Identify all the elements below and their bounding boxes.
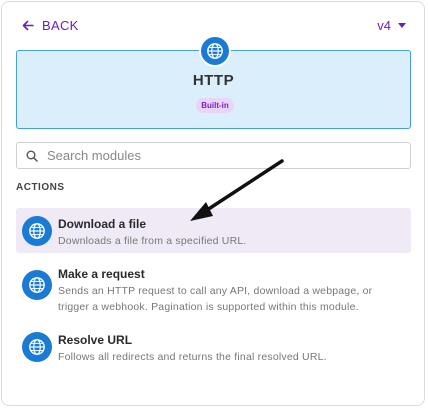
version-dropdown[interactable]: v4	[377, 18, 406, 33]
globe-icon	[22, 332, 52, 362]
chevron-down-icon	[398, 23, 406, 28]
app-title: HTTP	[192, 72, 235, 89]
module-title: Make a request	[58, 267, 145, 281]
module-title: Download a file	[58, 217, 147, 231]
module-download-a-file[interactable]: Download a file Downloads a file from a …	[16, 208, 411, 253]
search-input[interactable]	[45, 147, 389, 164]
module-resolve-url[interactable]: Resolve URL Follows all redirects and re…	[16, 324, 411, 369]
module-make-a-request[interactable]: Make a request Sends an HTTP request to …	[16, 258, 411, 318]
module-description: Sends an HTTP request to call any API, d…	[58, 285, 373, 313]
module-description: Follows all redirects and returns the fi…	[58, 351, 327, 363]
back-label: BACK	[42, 18, 79, 33]
search-icon	[26, 150, 38, 162]
version-label: v4	[377, 18, 391, 33]
search-box[interactable]	[16, 142, 411, 169]
module-description: Downloads a file from a specified URL.	[58, 235, 247, 247]
arrow-left-icon	[22, 20, 34, 31]
globe-icon	[22, 270, 52, 300]
section-heading: ACTIONS	[16, 182, 65, 193]
globe-icon	[199, 35, 231, 67]
globe-icon	[22, 216, 52, 246]
module-title: Resolve URL	[58, 333, 133, 347]
built-in-badge: Built-in	[196, 98, 234, 113]
back-button[interactable]: BACK	[22, 18, 79, 33]
